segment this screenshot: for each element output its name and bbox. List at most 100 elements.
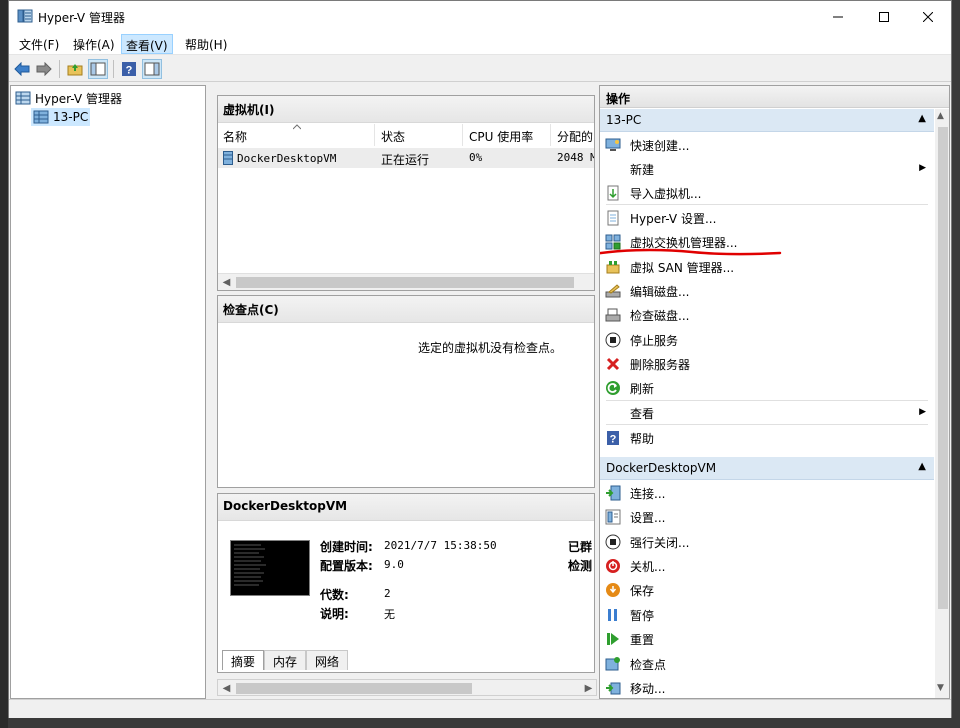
config-version-label: 配置版本:	[320, 559, 373, 573]
notes-label: 说明:	[320, 607, 349, 621]
action-hyperv-settings[interactable]: Hyper-V 设置...	[604, 207, 930, 229]
vm-running-icon	[223, 151, 233, 165]
menu-file[interactable]: 文件(F)	[15, 34, 63, 54]
menu-action[interactable]: 操作(A)	[69, 34, 119, 54]
no-checkpoints-text: 选定的虚拟机没有检查点。	[418, 341, 563, 355]
action-edit-disk[interactable]: 编辑磁盘...	[604, 280, 930, 302]
action-refresh[interactable]: 刷新	[604, 377, 930, 399]
server-icon	[33, 110, 49, 124]
created-time-label: 创建时间:	[320, 540, 373, 554]
maximize-button[interactable]	[861, 1, 907, 32]
san-icon	[604, 258, 622, 276]
close-button[interactable]	[905, 1, 951, 32]
quick-create-icon	[604, 136, 622, 154]
action-new[interactable]: 新建 ▶	[604, 158, 930, 180]
action-pause[interactable]: 暂停	[604, 604, 930, 626]
action-inspect-disk[interactable]: 检查磁盘...	[604, 304, 930, 326]
action-turn-off[interactable]: 强行关闭...	[604, 531, 930, 553]
tree-root-label: Hyper-V 管理器	[35, 91, 122, 106]
actions-vertical-scrollbar[interactable]: ▲ ▼	[935, 109, 949, 698]
connect-icon	[604, 484, 622, 502]
vm-panel-title: 虚拟机(I)	[218, 96, 594, 123]
center-horizontal-scrollbar[interactable]: ◀ ▶	[217, 679, 597, 696]
action-move[interactable]: 移动...	[604, 677, 930, 698]
generation-value: 2	[384, 587, 391, 600]
notes-value: 无	[384, 608, 395, 621]
scrollbar-thumb[interactable]	[938, 127, 948, 609]
back-button[interactable]	[12, 59, 32, 79]
inspect-disk-icon	[604, 306, 622, 324]
action-virtual-san-manager[interactable]: 虚拟 SAN 管理器...	[604, 256, 930, 278]
action-settings[interactable]: 设置...	[604, 506, 930, 528]
menu-help[interactable]: 帮助(H)	[181, 34, 231, 54]
column-header-name[interactable]: 名称	[218, 124, 375, 146]
action-help[interactable]: ? 帮助	[604, 427, 930, 449]
forward-button[interactable]	[34, 59, 54, 79]
action-import-vm[interactable]: 导入虚拟机...	[604, 182, 930, 204]
scroll-down-arrow-icon[interactable]: ▼	[937, 683, 944, 693]
action-stop-service[interactable]: 停止服务	[604, 329, 930, 351]
column-header-status[interactable]: 状态	[376, 124, 463, 146]
config-version-value: 9.0	[384, 558, 404, 571]
scroll-left-arrow-icon[interactable]: ◀	[218, 680, 235, 697]
action-reset[interactable]: 重置	[604, 628, 930, 650]
tree-root-hyperv[interactable]: Hyper-V 管理器	[13, 89, 124, 107]
tree-server-item[interactable]: 13-PC	[31, 108, 91, 126]
tab-summary[interactable]: 摘要	[222, 650, 265, 670]
pause-icon	[604, 606, 622, 624]
action-checkpoint[interactable]: 检查点	[604, 653, 930, 675]
clustered-label: 已群	[568, 540, 593, 554]
action-save[interactable]: 保存	[604, 579, 930, 601]
minimize-icon	[833, 16, 843, 17]
tab-memory[interactable]: 内存	[264, 650, 307, 670]
table-row[interactable]: DockerDesktopVM 正在运行 0% 2048 M	[218, 148, 594, 168]
actions-group-vm[interactable]: DockerDesktopVM ▲	[600, 457, 934, 480]
actions-pane: 操作 13-PC ▲ 快速创建... 新建 ▶ 导入虚拟机... Hyper-V…	[599, 85, 950, 699]
collapse-up-icon[interactable]: ▲	[918, 113, 926, 124]
actions-group-server[interactable]: 13-PC ▲	[600, 109, 934, 132]
vm-cpu: 0%	[464, 148, 552, 168]
submenu-arrow-icon: ▶	[919, 163, 926, 173]
menu-view[interactable]: 查看(V)	[121, 34, 173, 54]
tab-network[interactable]: 网络	[306, 650, 349, 670]
show-action-pane-button[interactable]	[142, 59, 162, 79]
action-remove-server[interactable]: 删除服务器	[604, 353, 930, 375]
collapse-up-icon[interactable]: ▲	[918, 461, 926, 472]
vm-settings-icon	[604, 508, 622, 526]
close-icon	[923, 11, 933, 22]
vm-horizontal-scrollbar[interactable]: ◀	[218, 273, 594, 290]
reset-icon	[604, 630, 622, 648]
edit-disk-icon	[604, 282, 622, 300]
hyperv-app-icon	[17, 9, 33, 23]
help-icon: ?	[122, 62, 136, 77]
vm-screen-thumbnail[interactable]	[230, 540, 310, 596]
scroll-left-arrow-icon[interactable]: ◀	[218, 274, 235, 291]
action-view[interactable]: 查看 ▶	[604, 402, 930, 424]
submenu-arrow-icon: ▶	[919, 407, 926, 417]
scroll-right-arrow-icon[interactable]: ▶	[580, 680, 597, 697]
up-level-button[interactable]	[65, 59, 85, 79]
show-tree-button[interactable]	[88, 59, 108, 79]
action-shutdown[interactable]: 关机...	[604, 555, 930, 577]
checkpoints-panel: 检查点(C) 选定的虚拟机没有检查点。	[217, 295, 595, 488]
virtual-machines-panel: 虚拟机(I) 名称 状态 CPU 使用率 分配的 DockerDesktopVM…	[217, 95, 595, 291]
column-header-memory[interactable]: 分配的	[552, 124, 594, 146]
maximize-icon	[879, 11, 889, 22]
actions-separator	[606, 400, 928, 401]
scroll-up-arrow-icon[interactable]: ▲	[937, 111, 944, 121]
action-connect[interactable]: 连接...	[604, 482, 930, 504]
minimize-button[interactable]	[815, 1, 861, 32]
refresh-icon	[604, 379, 622, 397]
help-button[interactable]: ?	[119, 59, 139, 79]
settings-page-icon	[604, 209, 622, 227]
title-bar: Hyper-V 管理器	[9, 1, 951, 32]
svg-text:?: ?	[610, 434, 617, 446]
scrollbar-thumb[interactable]	[236, 277, 574, 288]
scrollbar-thumb[interactable]	[236, 683, 472, 694]
generation-label: 代数:	[320, 588, 349, 602]
checkpoint-icon	[604, 655, 622, 673]
column-header-cpu[interactable]: CPU 使用率	[464, 124, 551, 146]
status-bar	[9, 699, 951, 718]
window-title: Hyper-V 管理器	[38, 11, 125, 25]
action-quick-create[interactable]: 快速创建...	[604, 134, 930, 156]
